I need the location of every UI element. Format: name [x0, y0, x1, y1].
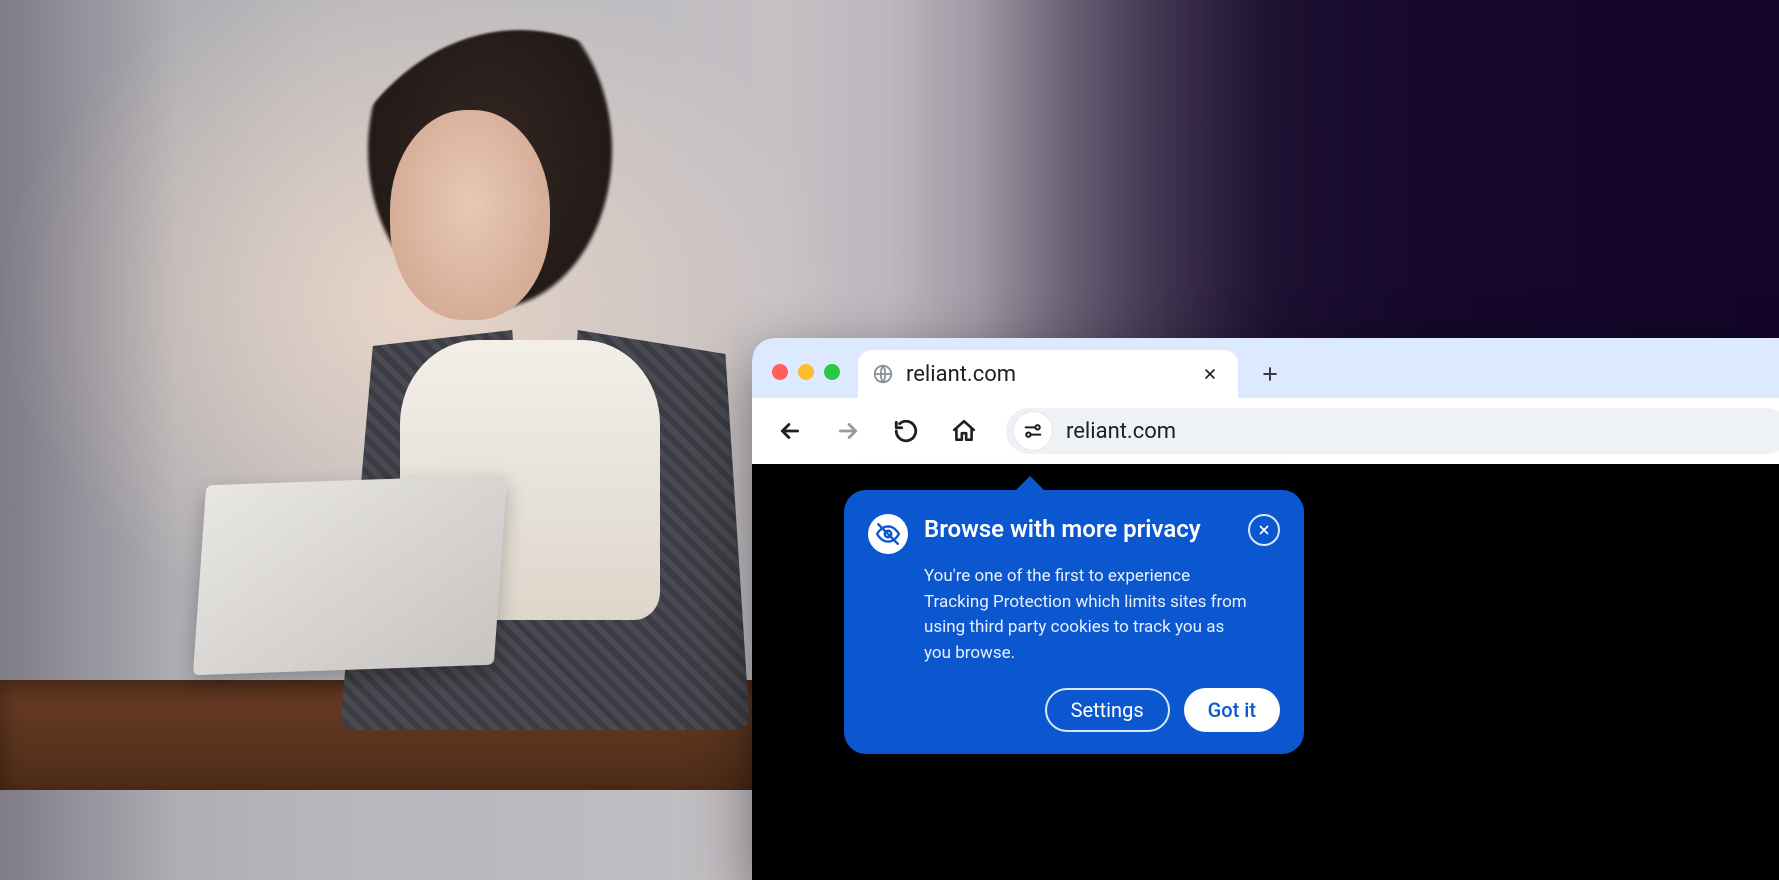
window-minimize-icon[interactable]	[798, 364, 814, 380]
browser-toolbar: reliant.com	[752, 398, 1779, 464]
tab-title: reliant.com	[906, 362, 1016, 387]
callout-arrow-icon	[1014, 476, 1046, 492]
tab-close-button[interactable]	[1196, 360, 1224, 388]
callout-body: You're one of the first to experience Tr…	[924, 564, 1254, 666]
eye-off-icon	[868, 514, 908, 554]
window-zoom-icon[interactable]	[824, 364, 840, 380]
globe-icon	[872, 363, 894, 385]
reload-button[interactable]	[890, 415, 922, 447]
address-bar[interactable]: reliant.com	[1006, 408, 1779, 454]
photo-face	[390, 110, 550, 320]
browser-tab[interactable]: reliant.com	[858, 350, 1238, 398]
window-close-icon[interactable]	[772, 364, 788, 380]
nav-back-button[interactable]	[774, 415, 806, 447]
nav-forward-button[interactable]	[832, 415, 864, 447]
new-tab-button[interactable]	[1250, 354, 1290, 394]
address-bar-text: reliant.com	[1066, 419, 1176, 444]
tab-strip: reliant.com	[752, 338, 1779, 398]
site-settings-button[interactable]	[1014, 412, 1052, 450]
callout-title: Browse with more privacy	[924, 514, 1201, 544]
callout-close-button[interactable]	[1248, 514, 1280, 546]
callout-settings-button[interactable]: Settings	[1045, 688, 1170, 732]
window-controls	[772, 364, 840, 380]
browser-window: reliant.com	[752, 338, 1779, 880]
callout-panel: Browse with more privacy You're one of t…	[844, 490, 1304, 754]
photo-laptop	[193, 475, 507, 675]
stage: reliant.com	[0, 0, 1779, 880]
tracking-protection-callout: Browse with more privacy You're one of t…	[844, 490, 1304, 754]
home-button[interactable]	[948, 415, 980, 447]
callout-actions: Settings Got it	[868, 688, 1280, 732]
callout-got-it-button[interactable]: Got it	[1184, 688, 1280, 732]
